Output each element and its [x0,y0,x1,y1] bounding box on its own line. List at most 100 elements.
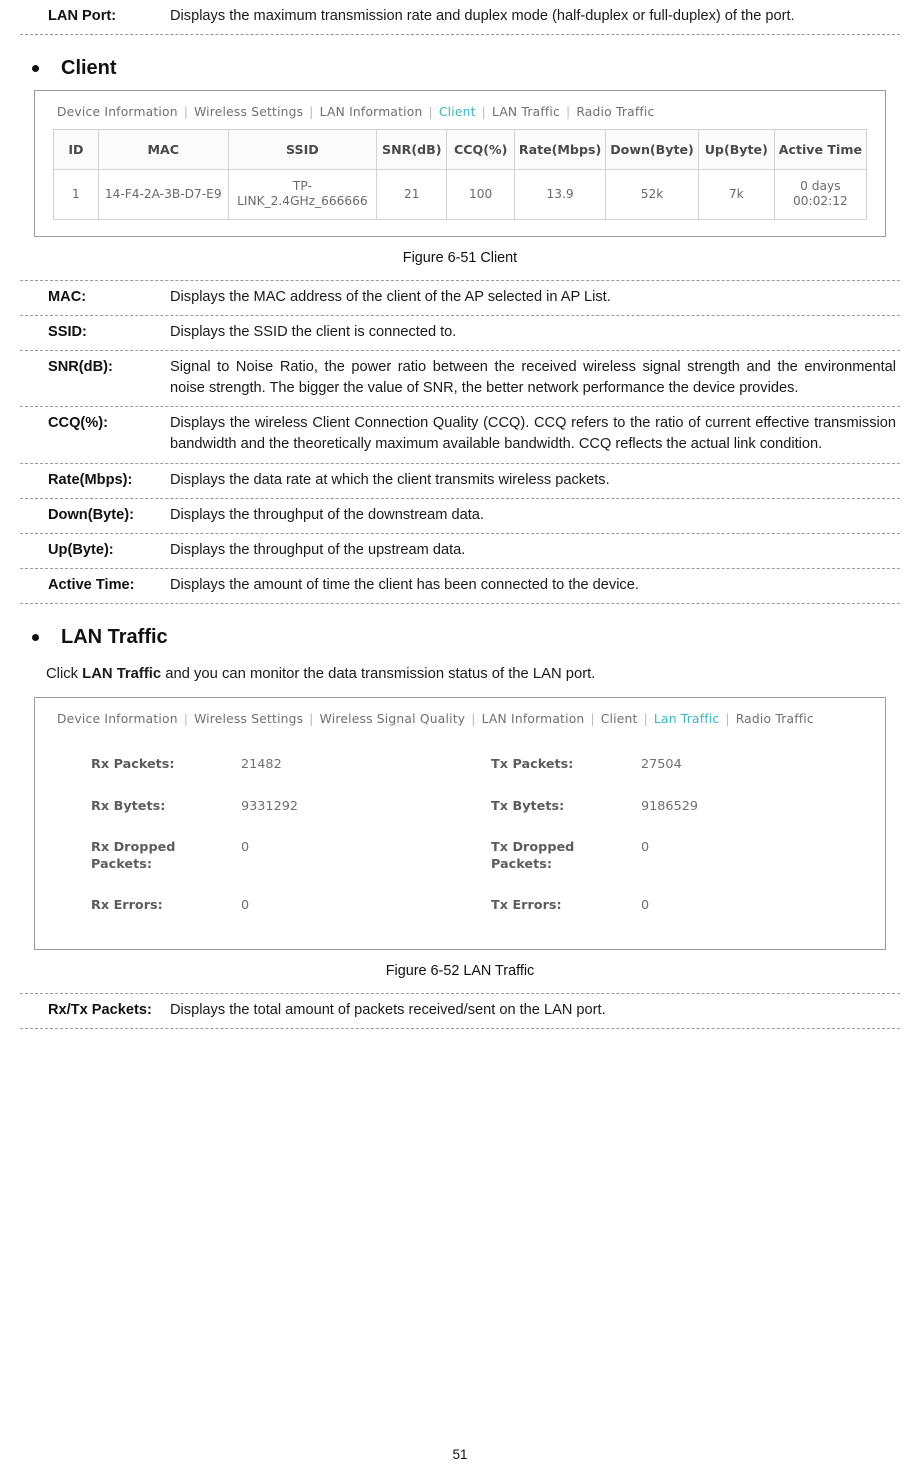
definition-term: SSID: [48,323,87,340]
tab-separator: | [643,712,648,727]
stat-value-tx-bytets: 9186529 [641,798,698,814]
stat-label-rx-bytets: Rx Bytets: [91,798,166,814]
tab-separator: | [590,712,595,727]
stat-value-rx-packets: 21482 [241,757,282,773]
page-number: 51 [452,1447,468,1462]
tab-client[interactable]: Client [601,712,638,726]
definition-row-mac: MAC: Displays the MAC address of the cli… [20,281,900,315]
tab-client[interactable]: Client [439,105,476,119]
stat-value-rx-errors: 0 [241,898,250,914]
definition-row-ssid: SSID: Displays the SSID the client is co… [20,316,900,350]
tab-separator: | [725,712,730,727]
definition-term: CCQ(%): [48,415,108,432]
definition-description: Displays the SSID the client is connecte… [170,323,457,340]
definition-description: Displays the MAC address of the client o… [170,288,611,305]
definition-term: Active Time: [48,577,135,594]
tab-separator: | [565,105,571,120]
definition-description: Displays the maximum transmission rate a… [170,8,795,24]
stat-value-rx-bytets: 9331292 [241,798,298,814]
definition-description: Displays the data rate at which the clie… [170,471,610,488]
cell-snr: 21 [376,169,448,220]
definition-term: Rx/Tx Packets: [48,1001,152,1018]
stat-value-tx-packets: 27504 [641,757,682,773]
stat-label-rx-errors: Rx Errors: [91,898,163,914]
tab-separator: | [309,712,314,727]
tab-wireless-settings[interactable]: Wireless Settings [194,105,303,119]
cell-down: 52k [605,169,699,220]
definition-description: Displays the throughput of the downstrea… [170,506,484,523]
tab-lan-information[interactable]: LAN Information [320,105,423,119]
col-down: Down(Byte) [605,129,699,171]
col-id: ID [53,129,99,171]
definition-row-active-time: Active Time: Displays the amount of time… [20,569,900,603]
tab-lan-information[interactable]: LAN Information [482,712,585,726]
definition-term: Rate(Mbps): [48,471,133,488]
definition-term: SNR(dB): [48,358,113,375]
lan-traffic-intro: Click LAN Traffic and you can monitor th… [46,663,900,685]
divider [20,603,900,605]
definition-row-snr: SNR(dB): Signal to Noise Ratio, the powe… [20,351,900,406]
bullet-dot-icon [32,634,39,642]
tab-separator: | [183,105,189,120]
tab-radio-traffic[interactable]: Radio Traffic [576,105,654,119]
screenshot-tabbar-lan-traffic: Device Information | Wireless Settings | Wir… [35,698,885,736]
divider [20,1027,900,1029]
definition-row-ccq: CCQ(%): Displays the wireless Client Con… [20,407,900,462]
tab-wireless-settings[interactable]: Wireless Settings [194,712,303,726]
tab-separator: | [309,105,314,120]
cell-up: 7k [697,169,775,220]
definition-term: LAN Port: [48,8,117,24]
definition-row-up: Up(Byte): Displays the throughput of the… [20,534,900,568]
definition-term: Down(Byte): [48,506,134,523]
col-mac: MAC [97,129,229,171]
client-table: ID MAC SSID SNR(dB) CCQ(%) Rate(Mbps) Do… [53,129,868,220]
tab-wireless-signal-quality[interactable]: Wireless Signal Quality [320,712,466,726]
divider [20,34,900,36]
col-active-time: Active Time [773,129,868,171]
section-heading-label: LAN Traffic [61,626,168,649]
section-heading-label: Client [61,57,117,80]
stat-value-tx-dropped-packets: 0 [641,839,650,855]
cell-ssid: TP-LINK_2.4GHz_666666 [227,169,378,220]
col-ssid: SSID [227,129,378,171]
definition-row-lan-port: LAN Port: Displays the maximum transmiss… [20,0,900,34]
cell-active-time: 0 days 00:02:12 [773,169,868,220]
definition-description: Signal to Noise Ratio, the power ratio b… [170,358,896,397]
definition-row-rate: Rate(Mbps): Displays the data rate at wh… [20,464,900,498]
definition-description: Displays the total amount of packets rec… [170,1001,606,1018]
section-heading-lan-traffic: LAN Traffic [20,626,900,649]
tab-device-information[interactable]: Device Information [57,105,178,119]
intro-text-pre: Click [46,666,83,683]
tab-separator: | [481,105,486,120]
tab-radio-traffic[interactable]: Radio Traffic [736,712,814,726]
definition-description: Displays the amount of time the client h… [170,577,639,594]
definition-term: MAC: [48,288,87,305]
cell-id: 1 [53,169,99,220]
lan-traffic-stats: Rx Packets: 21482 Tx Packets: 27504 Rx B… [91,744,885,926]
stat-value-rx-dropped-packets: 0 [241,839,250,855]
stat-label-tx-bytets: Tx Bytets: [491,798,565,814]
section-heading-client: Client [20,57,900,80]
stat-value-tx-errors: 0 [641,898,650,914]
tab-lan-traffic[interactable]: LAN Traffic [492,105,560,119]
stat-label-rx-dropped-packets: Rx Dropped Packets: [91,839,176,873]
tab-separator: | [428,105,433,120]
tab-lan-traffic[interactable]: Lan Traffic [654,712,719,726]
cell-mac: 14-F4-2A-3B-D7-E9 [97,169,229,220]
tab-separator: | [183,712,189,727]
table-header-row: ID MAC SSID SNR(dB) CCQ(%) Rate(Mbps) Do… [53,129,868,171]
definition-row-down: Down(Byte): Displays the throughput of t… [20,499,900,533]
intro-text-post: and you can monitor the data transmissio… [161,666,596,683]
cell-ccq: 100 [446,169,515,220]
definition-description: Displays the throughput of the upstream … [170,541,466,558]
col-snr: SNR(dB) [376,129,448,171]
tab-device-information[interactable]: Device Information [57,712,178,726]
figure-caption-lan-traffic: Figure 6-52 LAN Traffic [385,962,535,979]
col-ccq: CCQ(%) [446,129,515,171]
intro-text-bold: LAN Traffic [82,666,162,683]
col-up: Up(Byte) [697,129,775,171]
screenshot-client: Device Information | Wireless Settings | LAN… [34,90,886,237]
stat-label-rx-packets: Rx Packets: [91,757,175,773]
table-row: 1 14-F4-2A-3B-D7-E9 TP-LINK_2.4GHz_66666… [53,169,868,220]
definition-row-rx-tx-packets: Rx/Tx Packets: Displays the total amount… [20,994,900,1028]
